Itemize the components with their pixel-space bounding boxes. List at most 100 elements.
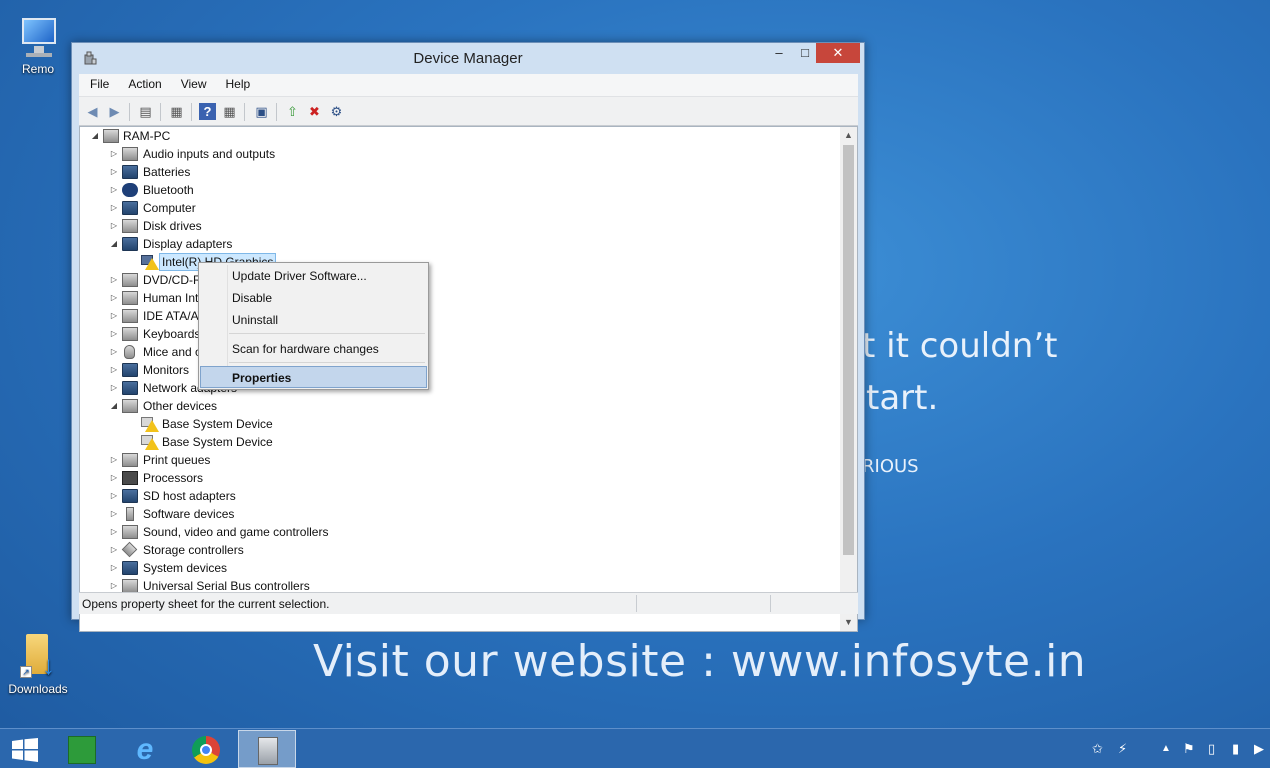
disk-drive-icon (122, 219, 138, 233)
expand-arrow-icon[interactable]: ▷ (108, 181, 120, 199)
menu-item-scan-hardware[interactable]: Scan for hardware changes (201, 338, 426, 360)
network-adapter-icon (122, 381, 138, 395)
signal-icon[interactable]: ▮ (1232, 741, 1239, 757)
website-watermark: Visit our website : www.infosyte.in (313, 636, 1087, 687)
back-icon[interactable]: ◀ (84, 103, 101, 120)
speaker-icon (122, 147, 138, 161)
downloads-folder-icon: ↓ ↗ (16, 630, 60, 680)
show-hide-tree-icon[interactable]: ▤ (137, 103, 154, 120)
update-driver-icon[interactable]: ⇧ (284, 103, 301, 120)
monitor-icon[interactable]: ▣ (253, 103, 270, 120)
menu-item-properties[interactable]: Properties (200, 366, 427, 388)
taskbar-chrome[interactable] (176, 730, 234, 768)
warning-device-icon (141, 417, 159, 432)
menu-item-disable[interactable]: Disable (201, 287, 426, 309)
expand-arrow-icon[interactable]: ◢ (89, 127, 101, 145)
context-menu: Update Driver Software... Disable Uninst… (198, 262, 429, 390)
expand-arrow-icon[interactable]: ▷ (108, 451, 120, 469)
scroll-down-icon[interactable]: ▼ (840, 614, 857, 631)
computer-icon (122, 201, 138, 215)
menu-help[interactable]: Help (215, 74, 259, 91)
ide-controller-icon (122, 309, 138, 323)
expand-arrow-icon[interactable]: ▷ (108, 289, 120, 307)
taskbar: e ✩ ⚡ ▲ ⚑ ▯ ▮ ▶ (0, 728, 1270, 768)
device-manager-icon (258, 737, 278, 765)
expand-arrow-icon[interactable]: ▷ (108, 361, 120, 379)
bluetooth-icon (122, 183, 138, 197)
toolbar-separator (191, 103, 192, 121)
expand-arrow-icon[interactable]: ▷ (108, 145, 120, 163)
device-tree[interactable]: ◢ RAM-PC ▷ Audio inputs and outputs ▷ Batt… (79, 126, 858, 632)
expand-arrow-icon[interactable]: ▷ (108, 199, 120, 217)
hid-icon (122, 291, 138, 305)
volume-icon[interactable]: ▶ (1254, 741, 1264, 757)
action-center-flag-icon[interactable]: ⚑ (1183, 741, 1195, 757)
view-icon[interactable]: ▦ (221, 103, 238, 120)
system-device-icon (122, 561, 138, 575)
internet-explorer-icon: e (136, 733, 154, 766)
desktop-icon-remo[interactable]: Remo (3, 14, 73, 76)
desktop-icon-label: Downloads (8, 682, 68, 696)
minimize-button[interactable]: – (766, 43, 792, 63)
expand-arrow-icon[interactable]: ▷ (108, 217, 120, 235)
menu-view[interactable]: View (170, 74, 215, 91)
monitor-icon (16, 14, 60, 60)
storage-controller-icon (121, 541, 138, 558)
properties-icon[interactable]: ▦ (168, 103, 185, 120)
expand-arrow-icon[interactable]: ▷ (108, 325, 120, 343)
help-icon[interactable]: ? (199, 103, 216, 120)
warning-device-icon (141, 435, 159, 450)
expand-arrow-icon[interactable]: ▷ (108, 469, 120, 487)
expand-arrow-icon[interactable]: ▷ (108, 487, 120, 505)
sd-card-icon (122, 489, 138, 503)
expand-arrow-icon[interactable]: ▷ (108, 379, 120, 397)
background-message-line: RIOUS (862, 456, 919, 477)
expand-arrow-icon[interactable]: ▷ (108, 163, 120, 181)
computer-icon (103, 129, 119, 143)
expand-arrow-icon[interactable]: ▷ (108, 505, 120, 523)
warning-device-icon (141, 255, 159, 270)
show-hidden-icons-icon[interactable]: ▲ (1161, 743, 1171, 754)
status-divider (770, 595, 771, 612)
menu-file[interactable]: File (79, 74, 117, 91)
toolbar-separator (244, 103, 245, 121)
uninstall-icon[interactable]: ✖ (306, 103, 323, 120)
maximize-button[interactable]: □ (792, 43, 818, 63)
battery-icon[interactable]: ▯ (1208, 741, 1215, 757)
close-button[interactable]: ✕ (816, 43, 860, 63)
toolbar-separator (129, 103, 130, 121)
taskbar-internet-explorer[interactable]: e (115, 730, 173, 768)
dvd-drive-icon (122, 273, 138, 287)
expand-arrow-icon[interactable]: ▷ (108, 523, 120, 541)
collapse-arrow-icon[interactable]: ◢ (108, 397, 120, 415)
desktop-icon-downloads[interactable]: ↓ ↗ Downloads (3, 630, 73, 696)
wifi-icon[interactable]: ✩ (1092, 741, 1103, 757)
windows-start-icon (12, 738, 38, 762)
unknown-device-icon (122, 399, 138, 413)
monitor-icon (122, 363, 138, 377)
usb-icon (122, 579, 138, 593)
taskbar-device-manager[interactable] (238, 730, 296, 768)
expand-arrow-icon[interactable]: ▷ (108, 343, 120, 361)
title-bar[interactable]: Device Manager – □ ✕ (72, 43, 864, 73)
expand-arrow-icon[interactable]: ▷ (108, 559, 120, 577)
menu-separator (229, 333, 425, 334)
taskbar-store[interactable] (52, 730, 110, 768)
forward-icon[interactable]: ▶ (106, 103, 123, 120)
status-text: Opens property sheet for the current sel… (82, 597, 330, 611)
speaker-icon (122, 525, 138, 539)
scroll-thumb[interactable] (843, 145, 854, 555)
collapse-arrow-icon[interactable]: ◢ (108, 235, 120, 253)
expand-arrow-icon[interactable]: ▷ (108, 541, 120, 559)
expand-arrow-icon[interactable]: ▷ (108, 307, 120, 325)
network-icon[interactable]: ⚡ (1118, 741, 1127, 757)
menu-separator (229, 362, 425, 363)
menu-item-update-driver[interactable]: Update Driver Software... (201, 265, 426, 287)
menu-item-uninstall[interactable]: Uninstall (201, 309, 426, 331)
vertical-scrollbar[interactable]: ▲ ▼ (840, 127, 857, 631)
scan-icon[interactable]: ⚙ (328, 103, 345, 120)
scroll-up-icon[interactable]: ▲ (840, 127, 857, 144)
expand-arrow-icon[interactable]: ▷ (108, 271, 120, 289)
start-button[interactable] (0, 730, 58, 768)
menu-action[interactable]: Action (117, 74, 169, 91)
